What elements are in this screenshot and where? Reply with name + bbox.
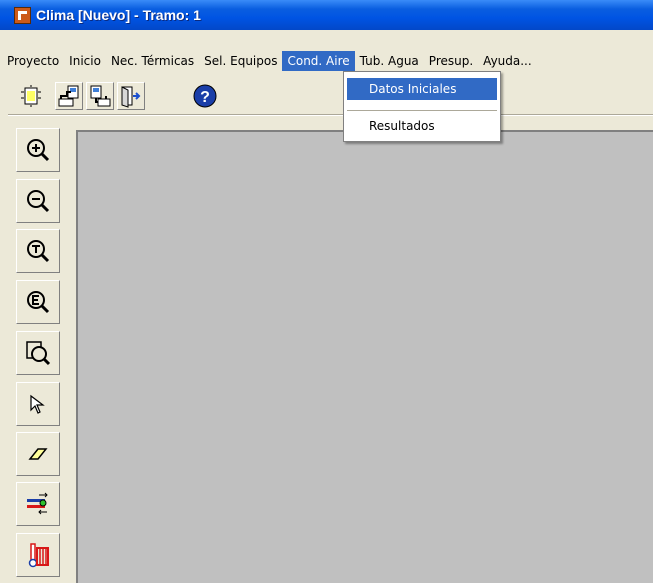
- open-file-icon: [58, 85, 79, 107]
- eraser-icon: [28, 448, 48, 460]
- save-file-button[interactable]: [86, 82, 114, 110]
- menu-cond-aire[interactable]: Cond. Aire: [282, 51, 355, 71]
- zoom-window-icon: [26, 341, 51, 366]
- zoom-out-icon: [27, 190, 50, 213]
- menu-nec-termicas[interactable]: Nec. Térmicas: [106, 51, 199, 71]
- menu-separator: [347, 110, 497, 111]
- zoom-in-button[interactable]: [16, 128, 60, 172]
- menu-presup[interactable]: Presup.: [424, 51, 478, 71]
- menu-ayuda[interactable]: Ayuda...: [478, 51, 537, 71]
- pipe-node-icon: [27, 492, 48, 515]
- open-file-button[interactable]: [55, 82, 83, 110]
- help-button[interactable]: ?: [191, 82, 219, 110]
- menu-item-datos-iniciales[interactable]: Datos Iniciales: [347, 78, 497, 100]
- zoom-total-icon: [27, 240, 50, 263]
- toolbar-separator: [8, 114, 653, 116]
- exit-door-icon: [121, 86, 141, 108]
- menu-inicio[interactable]: Inicio: [64, 51, 106, 71]
- zoom-in-icon: [27, 139, 50, 162]
- pipe-node-button[interactable]: [16, 482, 60, 526]
- menu-sel-equipos[interactable]: Sel. Equipos: [199, 51, 282, 71]
- title-bar[interactable]: Clima [Nuevo] - Tramo: 1: [0, 0, 653, 30]
- help-icon: ?: [193, 84, 217, 108]
- zoom-window-button[interactable]: [16, 331, 60, 375]
- window-title: Clima [Nuevo] - Tramo: 1: [36, 7, 201, 23]
- svg-text:?: ?: [200, 89, 210, 106]
- menu-item-resultados[interactable]: Resultados: [347, 115, 497, 137]
- menu-bar: Proyecto Inicio Nec. Térmicas Sel. Equip…: [0, 50, 653, 72]
- radiator-button[interactable]: [16, 533, 60, 577]
- thermometer-radiator-icon: [28, 543, 49, 568]
- select-pointer-icon: [30, 394, 45, 414]
- exit-button[interactable]: [117, 82, 145, 110]
- zoom-extents-button[interactable]: [16, 280, 60, 324]
- eraser-button[interactable]: [16, 432, 60, 476]
- zoom-extents-icon: [27, 291, 50, 314]
- main-toolbar: ?: [0, 76, 653, 116]
- zoom-out-button[interactable]: [16, 179, 60, 223]
- cond-aire-dropdown-menu: Datos Iniciales Resultados: [343, 71, 501, 142]
- save-file-icon: [90, 85, 111, 107]
- new-document-icon: [21, 85, 41, 107]
- side-toolbar: [14, 126, 62, 583]
- menu-proyecto[interactable]: Proyecto: [2, 51, 64, 71]
- new-document-button[interactable]: [17, 82, 45, 110]
- zoom-total-button[interactable]: [16, 229, 60, 273]
- menu-tub-agua[interactable]: Tub. Agua: [355, 51, 424, 71]
- app-logo-icon[interactable]: [14, 6, 31, 24]
- select-button[interactable]: [16, 382, 60, 426]
- drawing-canvas[interactable]: [76, 130, 653, 583]
